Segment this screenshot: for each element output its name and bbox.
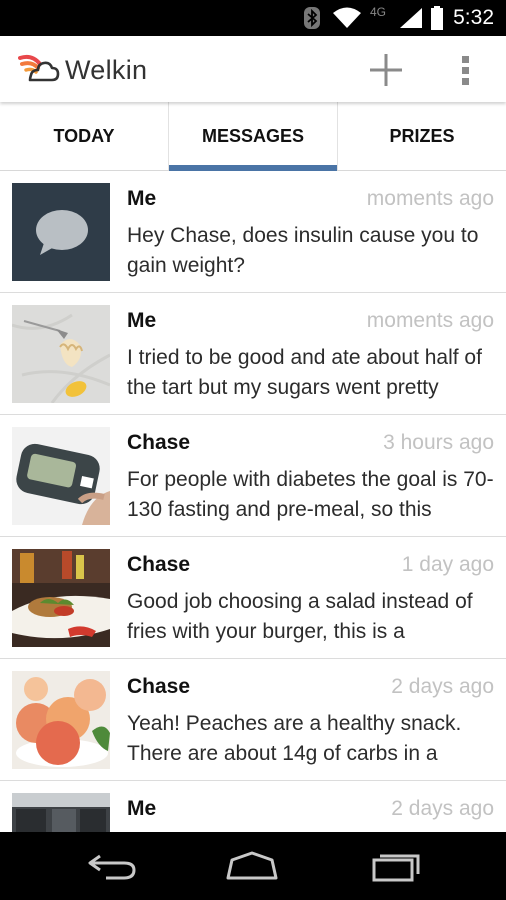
wifi-icon — [332, 0, 362, 36]
tab-label: MESSAGES — [201, 125, 305, 146]
message-row[interactable]: Chase 1 day ago Good job choosing a sala… — [0, 537, 506, 659]
message-sender: Chase — [127, 675, 191, 698]
home-button[interactable] — [222, 846, 282, 886]
message-row[interactable]: Chase 2 days ago Yeah! Peaches are a hea… — [0, 659, 506, 781]
chat-bubble-thumbnail — [12, 183, 110, 281]
message-sender: Chase — [127, 431, 191, 454]
tab-messages[interactable]: MESSAGES — [168, 102, 337, 171]
message-sender: Me — [127, 187, 157, 210]
tart-thumbnail — [12, 305, 110, 403]
status-bar: 4G 5:32 — [0, 0, 506, 36]
message-preview: Good job choosing a salad instead of fri… — [127, 590, 473, 643]
burger-salad-photo — [12, 549, 110, 647]
app-bar: Welkin — [0, 36, 506, 102]
message-time: 3 hours ago — [383, 431, 494, 454]
message-preview: For people with diabetes the goal is 70-… — [127, 468, 494, 521]
back-icon — [88, 854, 136, 880]
welkin-logo-icon — [18, 54, 60, 84]
message-row[interactable]: Me moments ago Hey Chase, does insulin c… — [0, 171, 506, 293]
recents-icon — [372, 854, 420, 882]
peaches-thumbnail — [12, 671, 110, 769]
message-time: 2 days ago — [391, 797, 494, 820]
add-button[interactable] — [366, 50, 406, 90]
message-time: 2 days ago — [391, 675, 494, 698]
app-title: Welkin — [65, 55, 148, 85]
overflow-menu-icon — [462, 56, 469, 85]
status-time: 5:32 — [453, 6, 494, 29]
tab-label: PRIZES — [389, 125, 455, 146]
tart-photo — [12, 305, 110, 403]
navigation-bar — [0, 832, 506, 900]
message-sender: Me — [127, 797, 157, 820]
add-icon — [370, 54, 402, 86]
message-row[interactable]: Chase 3 hours ago For people with diabet… — [0, 415, 506, 537]
message-row[interactable]: Me moments ago I tried to be good and at… — [0, 293, 506, 415]
back-button[interactable] — [82, 846, 142, 886]
recents-button[interactable] — [366, 846, 426, 886]
bluetooth-icon — [303, 0, 321, 36]
message-sender: Chase — [127, 553, 191, 576]
glucose-meter-thumbnail — [12, 427, 110, 525]
overflow-menu-button[interactable] — [452, 50, 480, 90]
message-row[interactable]: Me 2 days ago — [0, 781, 506, 832]
peaches-photo — [12, 671, 110, 769]
message-list: Me moments ago Hey Chase, does insulin c… — [0, 171, 506, 832]
chat-bubble-icon — [12, 183, 110, 281]
tab-label: TODAY — [53, 125, 115, 146]
burger-salad-thumbnail — [12, 549, 110, 647]
message-preview: Yeah! Peaches are a healthy snack. There… — [127, 712, 462, 765]
tab-today[interactable]: TODAY — [0, 102, 168, 170]
message-time: 1 day ago — [401, 553, 494, 576]
message-preview: I tried to be good and ate about half of… — [127, 346, 482, 399]
message-preview: Hey Chase, does insulin cause you to gai… — [127, 224, 479, 277]
network-type-label: 4G — [370, 5, 387, 19]
message-sender: Me — [127, 309, 157, 332]
glucose-meter-photo — [12, 427, 110, 525]
kitchen-photo — [12, 793, 110, 832]
message-time: moments ago — [366, 187, 494, 210]
home-icon — [226, 851, 278, 880]
tab-bar: TODAY MESSAGES PRIZES — [0, 102, 506, 171]
kitchen-thumbnail — [12, 793, 110, 832]
signal-icon — [398, 0, 424, 36]
battery-icon — [430, 0, 444, 36]
tab-prizes[interactable]: PRIZES — [337, 102, 506, 170]
message-time: moments ago — [366, 309, 494, 332]
